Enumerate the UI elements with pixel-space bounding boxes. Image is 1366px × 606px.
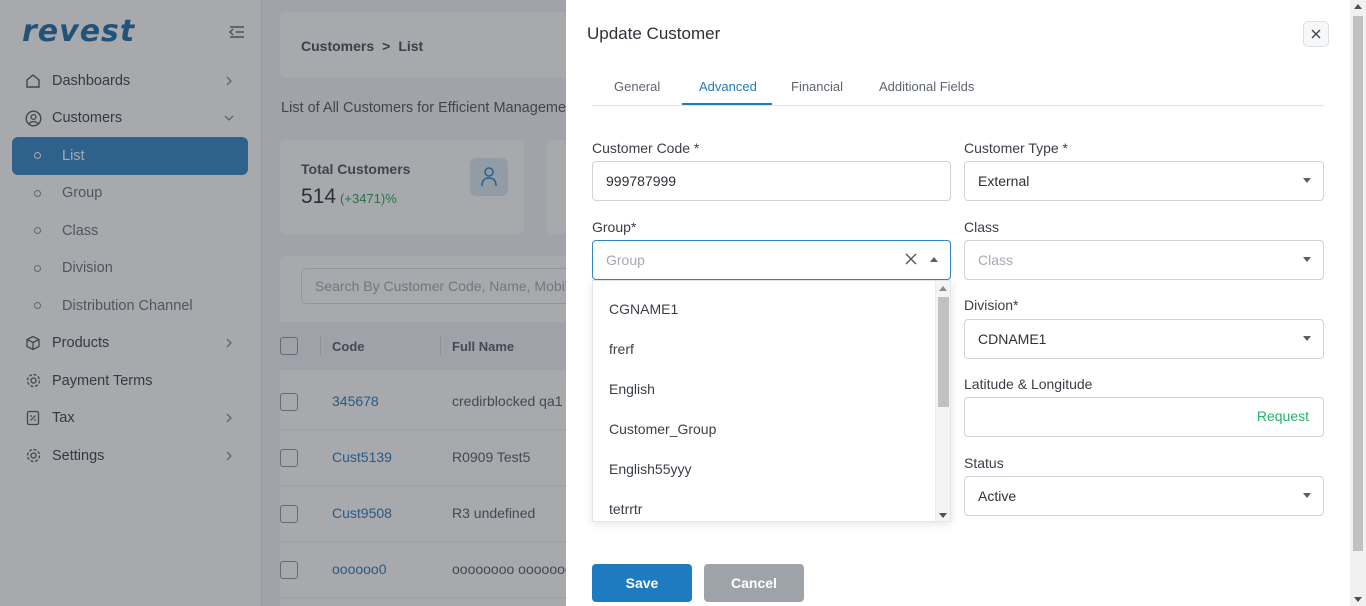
caret-down-icon [1303,493,1311,498]
dropdown-scrollbar[interactable] [935,281,950,521]
class-select[interactable]: Class [964,240,1324,280]
latlng-field[interactable]: Request [964,397,1324,437]
dropdown-option[interactable]: frerf [609,341,634,357]
class-placeholder: Class [978,252,1014,268]
customer-type-label: Customer Type * [964,140,1069,156]
caret-down-icon [1303,178,1311,183]
close-button[interactable] [1303,21,1329,47]
tab-additional-fields[interactable]: Additional Fields [879,79,974,94]
dropdown-option[interactable]: English [609,381,655,397]
dropdown-option[interactable]: CGNAME1 [609,301,678,317]
request-location-link[interactable]: Request [1257,408,1309,424]
scroll-down-icon[interactable] [1354,597,1362,602]
division-label: Division* [964,297,1019,313]
latlng-label: Latitude & Longitude [964,376,1093,392]
dropdown-option[interactable]: tetrrtr [609,501,642,517]
page-scrollbar[interactable] [1350,0,1366,606]
close-icon [1311,29,1321,39]
save-button[interactable]: Save [592,564,692,602]
tab-general[interactable]: General [614,79,660,94]
caret-down-icon [1303,336,1311,341]
cancel-button[interactable]: Cancel [704,564,804,602]
customer-code-label: Customer Code * [592,140,700,156]
class-label: Class [964,219,1000,235]
group-dropdown-menu: CGNAME1 frerf English Customer_Group Eng… [592,280,951,522]
caret-up-icon [930,257,938,262]
group-label: Group* [592,219,637,235]
dropdown-option[interactable]: Customer_Group [609,421,716,437]
scrollbar-thumb[interactable] [1353,16,1363,551]
group-placeholder: Group [606,252,645,268]
group-select[interactable]: Group [592,240,951,280]
dropdown-option[interactable]: English55yyy [609,461,692,477]
status-value: Active [978,488,1017,504]
scroll-up-icon[interactable] [939,286,947,291]
scroll-up-icon[interactable] [1354,4,1362,9]
division-value: CDNAME1 [978,331,1047,347]
tab-advanced[interactable]: Advanced [699,79,757,94]
tab-financial[interactable]: Financial [791,79,843,94]
customer-type-select[interactable]: External [964,161,1324,201]
drawer-title: Update Customer [587,24,721,43]
tab-bar: General Advanced Financial Additional Fi… [592,64,1324,106]
division-select[interactable]: CDNAME1 [964,319,1324,359]
active-tab-indicator [682,103,772,105]
scroll-down-icon[interactable] [939,513,947,518]
scrollbar-thumb[interactable] [938,297,949,407]
customer-code-field[interactable]: 999787999 [592,161,951,201]
customer-code-value: 999787999 [606,173,677,189]
status-select[interactable]: Active [964,476,1324,516]
status-label: Status [964,455,1004,471]
customer-type-value: External [978,173,1030,189]
caret-down-icon [1303,257,1311,262]
clear-icon[interactable] [904,252,918,266]
